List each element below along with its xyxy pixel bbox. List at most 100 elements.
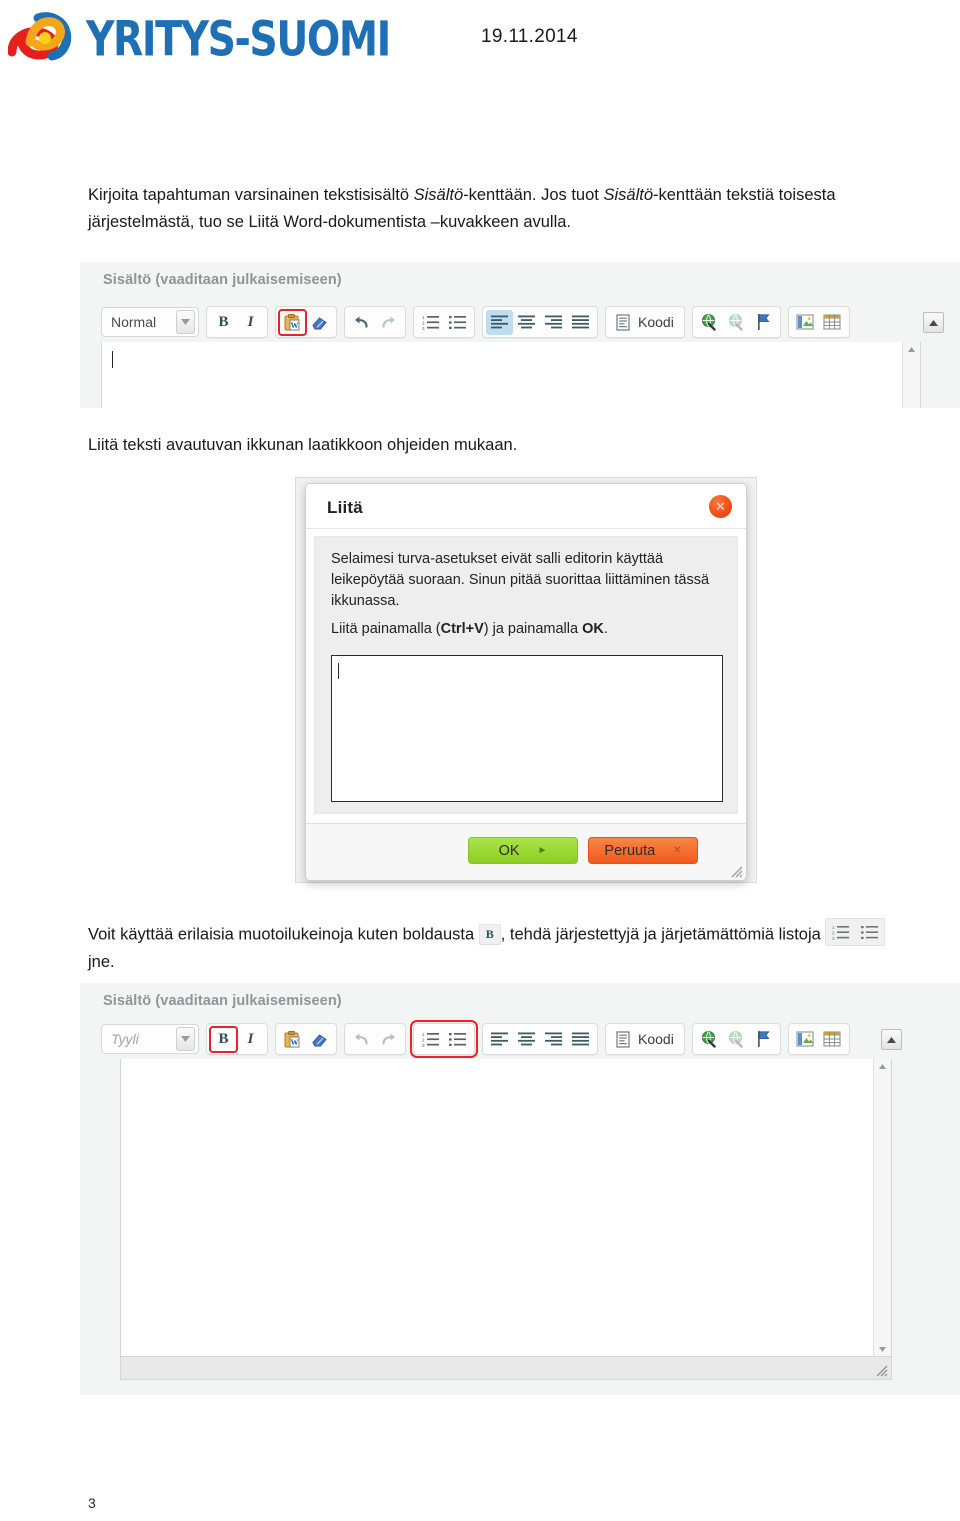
align-center-icon (518, 1032, 535, 1046)
source-code-label: Koodi (638, 314, 674, 330)
bold-glyph: B (218, 1030, 229, 1047)
insert-link-button[interactable] (696, 1027, 723, 1052)
editor-scrollbar-bottom[interactable] (873, 1059, 891, 1357)
align-justify-button[interactable] (567, 310, 594, 335)
resize-grip-icon[interactable] (874, 1363, 888, 1377)
flag-anchor-icon (757, 314, 770, 330)
bulleted-list-icon (448, 1033, 466, 1046)
undo-button[interactable] (348, 310, 375, 335)
toolbar-group-textstyle-top: B I (206, 306, 268, 338)
toolbar-group-align-bottom (482, 1023, 598, 1055)
redo-button[interactable] (375, 1027, 402, 1052)
instruction-ok-keyword: OK (582, 621, 604, 637)
cancel-button[interactable]: Peruuta ✕ (588, 837, 698, 864)
paste-from-word-button[interactable]: W (278, 308, 307, 336)
numbered-list-button[interactable]: 1 2 3 (417, 1027, 444, 1052)
insert-table-button[interactable] (819, 310, 846, 335)
text-caret (112, 351, 113, 368)
undo-button[interactable] (348, 1027, 375, 1052)
editor-screenshot-top: Sisältö (vaaditaan julkaisemiseen) Norma… (80, 262, 960, 408)
inline-list-icons: 1 2 3 (825, 918, 886, 946)
p1-emphasis-sisalto-1: Sisältö (413, 186, 464, 204)
page-number: 3 (88, 1495, 96, 1511)
instruction-mid: ) ja painamalla (483, 621, 583, 637)
italic-glyph: I (247, 313, 254, 330)
align-right-button[interactable] (540, 310, 567, 335)
toolbar-collapse-button-bottom[interactable] (881, 1029, 902, 1050)
align-left-button[interactable] (486, 309, 513, 335)
instruction-shortcut: Ctrl+V (440, 621, 484, 637)
cancel-button-label: Peruuta (604, 842, 656, 859)
source-code-button[interactable] (609, 310, 636, 335)
italic-button[interactable]: I (237, 1027, 264, 1052)
align-center-button[interactable] (513, 310, 540, 335)
italic-button[interactable]: I (237, 310, 264, 335)
style-select-value-top: Normal (111, 314, 157, 330)
insert-anchor-button[interactable] (750, 1027, 777, 1052)
redo-arrow-icon (382, 1033, 395, 1045)
p3-text-part1: Voit käyttää erilaisia muotoilukeinoja k… (88, 925, 475, 944)
align-center-button[interactable] (513, 1027, 540, 1052)
paste-dialog-message: Selaimesi turva-asetukset eivät salli ed… (331, 549, 723, 612)
bulleted-list-button[interactable] (444, 1027, 471, 1052)
unlink-globe-icon (728, 1031, 743, 1048)
toolbar-group-lists-bottom: 1 2 3 (410, 1020, 478, 1058)
editor-content-area-bottom[interactable] (120, 1059, 892, 1380)
italic-glyph: I (247, 1030, 254, 1047)
insert-link-button[interactable] (696, 310, 723, 335)
paste-from-word-button[interactable]: W (279, 1027, 306, 1052)
p1-text-part2: -kenttään. Jos tuot (463, 186, 604, 204)
field-label-sisalto-top: Sisältö (vaaditaan julkaisemiseen) (103, 272, 342, 288)
bold-button[interactable]: B (209, 1025, 238, 1053)
redo-button[interactable] (375, 310, 402, 335)
toolbar-group-links-bottom (691, 1023, 781, 1055)
remove-format-button[interactable] (306, 310, 333, 335)
field-label-sisalto-bottom: Sisältö (vaaditaan julkaisemiseen) (103, 993, 342, 1009)
bulleted-list-button[interactable] (444, 310, 471, 335)
numbered-list-icon: 1 2 3 (832, 925, 849, 940)
remove-link-button[interactable] (723, 1027, 750, 1052)
align-justify-icon (572, 315, 589, 329)
brand-logo-text: YRITYS-SUOMI (86, 10, 391, 68)
document-header: YRITYS-SUOMI 19.11.2014 (0, 0, 960, 92)
paste-from-word-icon: W (284, 1030, 300, 1047)
align-right-icon (545, 315, 562, 329)
ok-button[interactable]: OK ► (468, 837, 578, 864)
editor-scrollbar-top[interactable] (902, 342, 920, 408)
scroll-down-arrow-icon[interactable] (875, 1342, 890, 1357)
editor-statusbar-bottom (121, 1356, 891, 1379)
align-justify-button[interactable] (567, 1027, 594, 1052)
source-code-button[interactable] (609, 1027, 636, 1052)
svg-text:W: W (291, 321, 299, 330)
numbered-list-button[interactable]: 1 2 3 (417, 310, 444, 335)
insert-image-button[interactable] (792, 310, 819, 335)
editor-content-area-top[interactable] (101, 342, 921, 408)
chevron-right-icon: ► (537, 845, 548, 856)
svg-text:1: 1 (422, 315, 425, 320)
bulleted-list-icon (860, 926, 878, 939)
paste-textarea[interactable] (331, 655, 723, 802)
remove-format-button[interactable] (306, 1027, 333, 1052)
scroll-up-arrow-icon[interactable] (904, 342, 919, 357)
svg-text:1: 1 (832, 925, 835, 930)
chevron-down-icon[interactable] (176, 1027, 195, 1051)
numbered-list-icon: 1 2 3 (422, 1032, 439, 1047)
align-right-button[interactable] (540, 1027, 567, 1052)
insert-image-button[interactable] (792, 1027, 819, 1052)
resize-grip-icon[interactable] (729, 864, 743, 878)
style-select-top[interactable]: Normal (101, 307, 199, 337)
align-left-button[interactable] (486, 1027, 513, 1052)
close-icon[interactable]: ✕ (709, 495, 732, 518)
paste-message-line-3: ikkunassa. (331, 593, 400, 609)
remove-link-button[interactable] (723, 310, 750, 335)
chevron-down-icon[interactable] (176, 310, 195, 334)
cancel-x-icon: ✕ (673, 845, 682, 856)
bold-button[interactable]: B (210, 310, 237, 335)
toolbar-collapse-button-top[interactable] (923, 312, 944, 333)
paste-message-line-1: Selaimesi turva-asetukset eivät salli ed… (331, 551, 664, 567)
scroll-up-arrow-icon[interactable] (875, 1059, 890, 1074)
insert-anchor-button[interactable] (750, 310, 777, 335)
style-select-bottom[interactable]: Tyyli (101, 1024, 199, 1054)
insert-table-button[interactable] (819, 1027, 846, 1052)
paste-dialog: Liitä ✕ Selaimesi turva-asetukset eivät … (305, 483, 747, 881)
